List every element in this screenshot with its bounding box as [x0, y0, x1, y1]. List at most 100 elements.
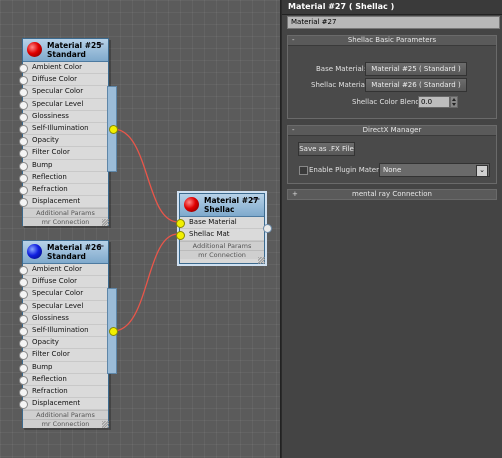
- input-socket[interactable]: [19, 363, 28, 373]
- slot-glossiness[interactable]: Glossiness: [19, 312, 108, 325]
- slot-reflection[interactable]: Reflection: [19, 373, 108, 386]
- rollout-mental-ray-connection: + mental ray Connection: [287, 189, 497, 200]
- input-socket[interactable]: [19, 290, 28, 300]
- mr-connection-rollout[interactable]: mr Connection: [23, 217, 108, 227]
- base-material-button[interactable]: Material #25 ( Standard ): [365, 62, 467, 76]
- input-socket[interactable]: [19, 351, 28, 361]
- rollout-directx-manager: - DirectX Manager Save as .FX File Enable…: [287, 125, 497, 184]
- slot-refraction[interactable]: Refraction: [19, 183, 108, 197]
- slot-opacity[interactable]: Opacity: [19, 135, 108, 148]
- slot-shellac-material[interactable]: Shellac Mat: [176, 229, 264, 242]
- slot-filter-color[interactable]: Filter Color: [19, 349, 108, 362]
- input-socket[interactable]: [19, 161, 28, 171]
- input-socket[interactable]: [19, 149, 28, 159]
- slot-specular-color[interactable]: Specular Color: [19, 86, 108, 99]
- input-socket[interactable]: [19, 339, 28, 349]
- input-socket[interactable]: [176, 219, 185, 228]
- additional-params-rollout[interactable]: Additional Params: [180, 241, 264, 251]
- slot-specular-color[interactable]: Specular Color: [19, 288, 108, 301]
- node-material-27[interactable]: Material #27 Shellac — Base Material Shel…: [176, 191, 267, 266]
- resize-handle[interactable]: [102, 421, 109, 428]
- input-socket[interactable]: [19, 326, 28, 336]
- shellac-material-button[interactable]: Material #26 ( Standard ): [365, 78, 467, 92]
- shellac-color-blend-spinner[interactable]: 0.0: [418, 96, 450, 108]
- rollout-header[interactable]: + mental ray Connection: [288, 190, 496, 199]
- slot-self-illumination[interactable]: Self-Illumination: [19, 122, 108, 136]
- input-socket[interactable]: [19, 198, 28, 208]
- resize-handle[interactable]: [102, 219, 109, 226]
- node-title: Material #26 Standard: [47, 243, 102, 261]
- output-socket[interactable]: [109, 327, 118, 336]
- node-header[interactable]: Material #26 Standard —: [23, 241, 108, 264]
- slot-diffuse-color[interactable]: Diffuse Color: [19, 276, 108, 289]
- slot-diffuse-color[interactable]: Diffuse Color: [19, 74, 108, 87]
- input-socket[interactable]: [176, 231, 185, 241]
- material-name-field[interactable]: Material #27: [287, 16, 500, 29]
- wire-m26-to-shellac[interactable]: [112, 233, 179, 332]
- slot-refraction[interactable]: Refraction: [19, 385, 108, 399]
- input-socket[interactable]: [19, 88, 28, 98]
- slot-specular-level[interactable]: Specular Level: [19, 98, 108, 111]
- node-material-26[interactable]: Material #26 Standard — Ambient Color Dif…: [19, 240, 109, 429]
- resize-handle[interactable]: [258, 257, 265, 264]
- slot-ambient-color[interactable]: Ambient Color: [19, 62, 108, 75]
- input-socket[interactable]: [19, 100, 28, 110]
- input-socket[interactable]: [19, 64, 28, 73]
- minimize-icon[interactable]: —: [252, 194, 260, 203]
- spinner-arrows-icon[interactable]: [450, 96, 458, 108]
- slot-displacement[interactable]: Displacement: [19, 398, 108, 411]
- wire-m25-to-base[interactable]: [112, 128, 179, 223]
- input-socket[interactable]: [19, 302, 28, 312]
- node-header[interactable]: Material #27 Shellac —: [180, 194, 264, 217]
- input-socket[interactable]: [19, 278, 28, 288]
- save-fx-file-button[interactable]: Save as .FX File: [298, 142, 355, 156]
- input-socket[interactable]: [19, 185, 28, 195]
- node-header[interactable]: Material #25 Standard —: [23, 39, 108, 62]
- input-socket[interactable]: [19, 314, 28, 324]
- enable-plugin-material-label: Enable Plugin Material: [309, 166, 388, 174]
- slot-base-material[interactable]: Base Material: [176, 217, 264, 230]
- input-socket[interactable]: [19, 173, 28, 183]
- node-editor-view[interactable]: Material #25 Standard — Ambient Color Dif…: [0, 0, 281, 458]
- input-socket[interactable]: [19, 400, 28, 410]
- slot-opacity[interactable]: Opacity: [19, 337, 108, 350]
- slot-glossiness[interactable]: Glossiness: [19, 110, 108, 123]
- expand-icon[interactable]: +: [292, 190, 298, 199]
- additional-params-rollout[interactable]: Additional Params: [23, 208, 108, 218]
- input-socket[interactable]: [19, 124, 28, 134]
- input-socket[interactable]: [19, 137, 28, 147]
- additional-params-rollout[interactable]: Additional Params: [23, 410, 108, 420]
- slot-bump[interactable]: Bump: [19, 159, 108, 172]
- slot-self-illumination[interactable]: Self-Illumination: [19, 324, 108, 338]
- output-socket[interactable]: [263, 224, 272, 233]
- base-material-label: Base Material:: [316, 65, 367, 73]
- mr-connection-rollout[interactable]: mr Connection: [23, 419, 108, 429]
- enable-plugin-material-checkbox[interactable]: [299, 166, 308, 175]
- output-socket[interactable]: [109, 125, 118, 134]
- slot-list: Ambient Color Diffuse Color Specular Col…: [19, 62, 108, 209]
- collapse-icon[interactable]: -: [292, 36, 295, 45]
- material-preview-sphere: [27, 244, 42, 259]
- minimize-icon[interactable]: —: [96, 39, 104, 48]
- collapse-icon[interactable]: -: [292, 126, 295, 135]
- input-socket[interactable]: [19, 76, 28, 86]
- material-preview-sphere: [184, 197, 199, 212]
- slot-filter-color[interactable]: Filter Color: [19, 147, 108, 160]
- minimize-icon[interactable]: —: [96, 241, 104, 250]
- mr-connection-rollout[interactable]: mr Connection: [180, 250, 264, 260]
- input-socket[interactable]: [19, 375, 28, 385]
- chevron-down-icon[interactable]: ⌄: [476, 165, 488, 177]
- node-material-25[interactable]: Material #25 Standard — Ambient Color Dif…: [19, 38, 109, 227]
- input-socket[interactable]: [19, 266, 28, 275]
- slot-ambient-color[interactable]: Ambient Color: [19, 264, 108, 277]
- slot-list: Base Material Shellac Mat: [176, 217, 264, 242]
- slot-reflection[interactable]: Reflection: [19, 171, 108, 184]
- input-socket[interactable]: [19, 112, 28, 122]
- plugin-material-dropdown[interactable]: None ⌄: [379, 163, 490, 177]
- rollout-header[interactable]: - Shellac Basic Parameters: [288, 36, 496, 46]
- slot-specular-level[interactable]: Specular Level: [19, 300, 108, 313]
- slot-displacement[interactable]: Displacement: [19, 196, 108, 209]
- slot-bump[interactable]: Bump: [19, 361, 108, 374]
- input-socket[interactable]: [19, 387, 28, 397]
- rollout-header[interactable]: - DirectX Manager: [288, 126, 496, 136]
